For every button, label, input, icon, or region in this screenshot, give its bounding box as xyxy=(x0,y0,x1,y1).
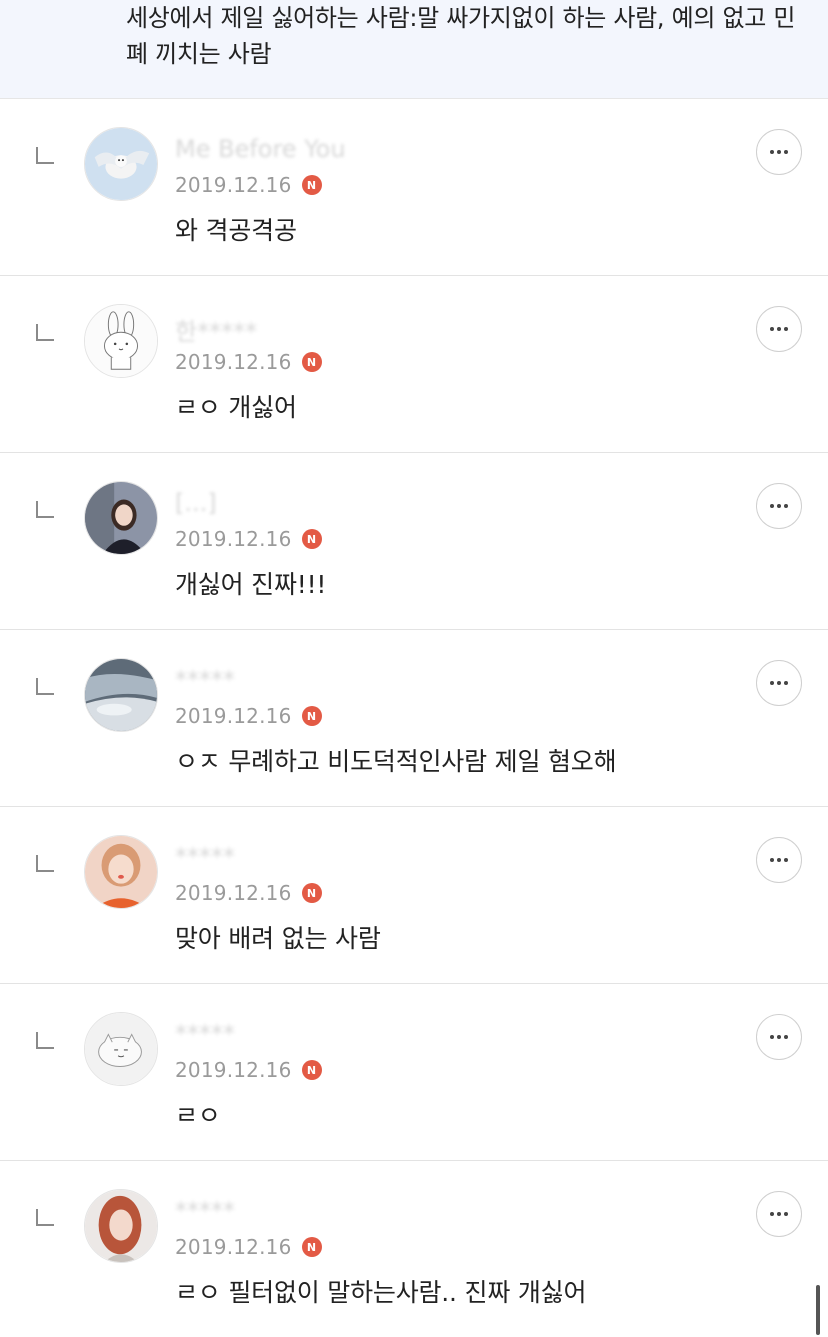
rabbit-avatar[interactable] xyxy=(84,304,158,378)
new-badge-icon: N xyxy=(301,175,322,195)
more-dots-icon xyxy=(770,681,788,685)
sky-avatar[interactable] xyxy=(84,658,158,732)
reply-arrow-icon xyxy=(36,678,54,695)
reply-text: 와 격공격공 xyxy=(175,216,297,245)
parent-comment: 세상에서 제일 싫어하는 사람:말 싸가지없이 하는 사람, 예의 없고 민폐 … xyxy=(0,0,828,99)
more-dots-icon xyxy=(770,858,788,862)
new-badge-icon: N xyxy=(301,352,322,372)
bird-avatar[interactable] xyxy=(84,127,158,201)
reply-date: 2019.12.16 xyxy=(175,1058,292,1082)
reply-nickname[interactable]: ***** xyxy=(175,1197,235,1225)
more-options-button[interactable] xyxy=(756,660,802,706)
new-badge-icon: N xyxy=(301,883,322,903)
more-dots-icon xyxy=(770,504,788,508)
reply-item: ***** 2019.12.16 N ㄹㅇ 필터없이 말하는사람.. 진짜 개싫… xyxy=(0,1161,828,1337)
reply-meta: 2019.12.16 N xyxy=(175,1234,322,1260)
more-options-button[interactable] xyxy=(756,1191,802,1237)
reply-date: 2019.12.16 xyxy=(175,527,292,551)
reply-arrow-icon xyxy=(36,501,54,518)
more-dots-icon xyxy=(770,150,788,154)
more-dots-icon xyxy=(770,1212,788,1216)
reply-arrow-icon xyxy=(36,1032,54,1049)
new-badge-icon: N xyxy=(301,1060,322,1080)
reply-arrow-icon xyxy=(36,1209,54,1226)
reply-meta: 2019.12.16 N xyxy=(175,880,322,906)
reply-date: 2019.12.16 xyxy=(175,704,292,728)
reply-nickname[interactable]: ***** xyxy=(175,1020,235,1048)
reply-nickname[interactable]: 한***** xyxy=(175,312,257,347)
reply-date: 2019.12.16 xyxy=(175,350,292,374)
reply-nickname[interactable]: [...] xyxy=(175,489,217,517)
reply-item: ***** 2019.12.16 N 맞아 배려 없는 사람 xyxy=(0,807,828,984)
reply-nickname[interactable]: ***** xyxy=(175,843,235,871)
reply-date: 2019.12.16 xyxy=(175,1235,292,1259)
more-options-button[interactable] xyxy=(756,837,802,883)
more-dots-icon xyxy=(770,1035,788,1039)
reply-meta: 2019.12.16 N xyxy=(175,1057,322,1083)
reply-item: 한***** 2019.12.16 N ㄹㅇ 개싫어 xyxy=(0,276,828,453)
reply-text: ㅇㅈ 무례하고 비도덕적인사람 제일 혐오해 xyxy=(175,747,617,776)
reply-nickname[interactable]: ***** xyxy=(175,666,235,694)
reply-arrow-icon xyxy=(36,855,54,872)
cat-avatar[interactable] xyxy=(84,1012,158,1086)
woman-avatar[interactable] xyxy=(84,835,158,909)
reply-meta: 2019.12.16 N xyxy=(175,703,322,729)
more-dots-icon xyxy=(770,327,788,331)
reply-text: ㄹㅇ xyxy=(175,1101,221,1130)
more-options-button[interactable] xyxy=(756,483,802,529)
more-options-button[interactable] xyxy=(756,306,802,352)
new-badge-icon: N xyxy=(301,706,322,726)
new-badge-icon: N xyxy=(301,1237,322,1257)
more-options-button[interactable] xyxy=(756,129,802,175)
reply-item: [...] 2019.12.16 N 개싫어 진짜!!! xyxy=(0,453,828,630)
reply-meta: 2019.12.16 N xyxy=(175,526,322,552)
reply-text: ㄹㅇ 개싫어 xyxy=(175,393,297,422)
reply-text: 맞아 배려 없는 사람 xyxy=(175,924,381,953)
reply-date: 2019.12.16 xyxy=(175,881,292,905)
girl-avatar[interactable] xyxy=(84,481,158,555)
scrollbar[interactable] xyxy=(816,1285,820,1335)
reply-meta: 2019.12.16 N xyxy=(175,349,322,375)
reply-text: ㄹㅇ 필터없이 말하는사람.. 진짜 개싫어 xyxy=(175,1278,587,1307)
reply-text: 개싫어 진짜!!! xyxy=(175,570,327,599)
reply-item: Me Before You 2019.12.16 N 와 격공격공 xyxy=(0,99,828,276)
more-options-button[interactable] xyxy=(756,1014,802,1060)
reply-nickname[interactable]: Me Before You xyxy=(175,135,346,163)
reply-item: ***** 2019.12.16 N ㅇㅈ 무례하고 비도덕적인사람 제일 혐오… xyxy=(0,630,828,807)
reply-meta: 2019.12.16 N xyxy=(175,172,322,198)
reply-arrow-icon xyxy=(36,324,54,341)
parent-comment-text: 세상에서 제일 싫어하는 사람:말 싸가지없이 하는 사람, 예의 없고 민폐 … xyxy=(126,4,796,68)
new-badge-icon: N xyxy=(301,529,322,549)
reply-item: ***** 2019.12.16 N ㄹㅇ xyxy=(0,984,828,1161)
reply-arrow-icon xyxy=(36,147,54,164)
redhair-avatar[interactable] xyxy=(84,1189,158,1263)
comment-page: 세상에서 제일 싫어하는 사람:말 싸가지없이 하는 사람, 예의 없고 민폐 … xyxy=(0,0,828,1337)
reply-date: 2019.12.16 xyxy=(175,173,292,197)
